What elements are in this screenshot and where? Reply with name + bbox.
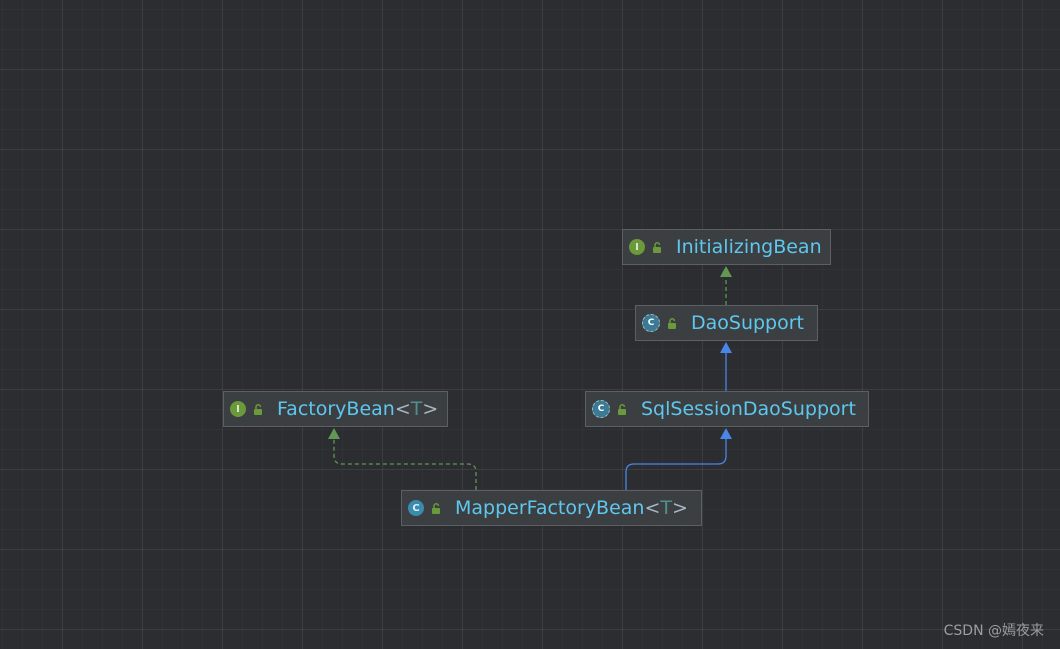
node-name: SqlSessionDaoSupport [641,397,856,420]
edge-mapper-factory-bean-extends-sql-session-dao-support [625,428,732,490]
unlocked-icon [668,317,676,329]
unlocked-icon [432,502,440,514]
abstract-class-icon: C [592,400,610,418]
arrowhead [328,428,340,439]
arrowhead [720,342,732,353]
watermark: CSDN @嫣夜来 [943,623,1044,639]
type-parameter: <T> [394,397,439,420]
unlocked-icon [254,403,262,415]
node-initializing-bean[interactable]: I InitializingBean [622,229,831,265]
class-icon: C [408,500,424,516]
edge-sql-session-dao-support-extends-dao-support [720,342,732,391]
node-mapper-factory-bean[interactable]: C MapperFactoryBean <T> [401,490,702,526]
interface-icon: I [230,401,246,417]
node-sql-session-dao-support[interactable]: C SqlSessionDaoSupport [585,391,869,427]
arrowhead [720,428,732,439]
edge-mapper-factory-bean-implements-factory-bean [328,428,477,490]
node-name: MapperFactoryBean [455,496,645,519]
inheritance-edges [328,266,732,490]
node-factory-bean[interactable]: I FactoryBean <T> [223,391,448,427]
interface-icon: I [629,239,645,255]
node-name: InitializingBean [676,235,822,258]
edge-line [333,438,477,490]
edge-dao-support-implements-initializing-bean [720,266,732,305]
unlocked-icon [653,241,661,253]
abstract-class-icon: C [642,314,660,332]
node-name: DaoSupport [691,311,805,334]
node-dao-support[interactable]: C DaoSupport [635,305,818,341]
arrowhead [720,266,732,277]
type-parameter: <T> [644,496,688,519]
node-name: FactoryBean [277,397,395,420]
edge-line [625,438,727,490]
unlocked-icon [618,403,626,415]
